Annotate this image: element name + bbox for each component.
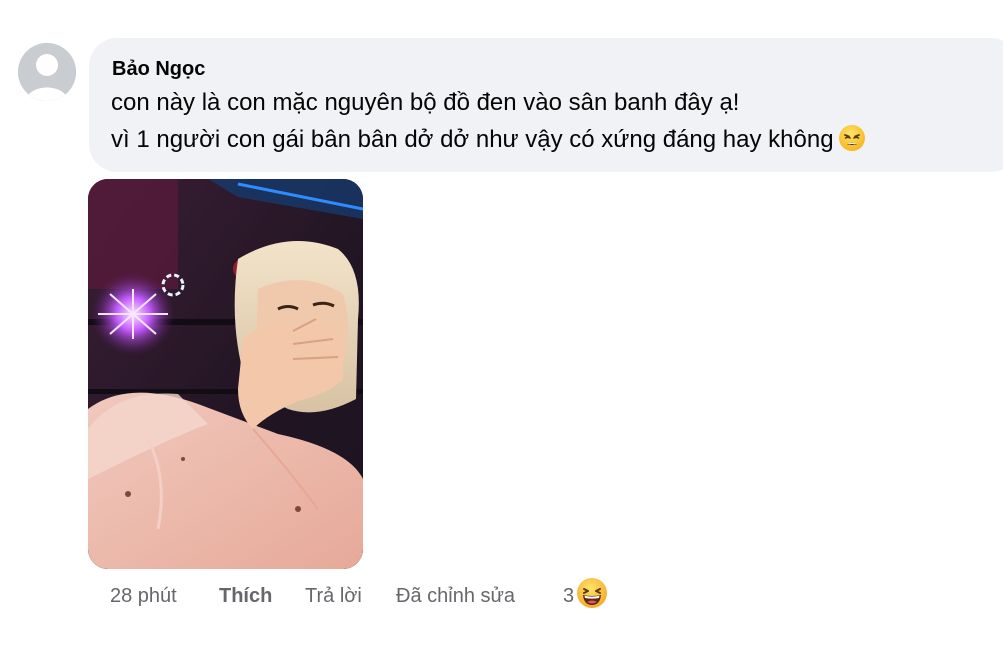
- comment-author[interactable]: Bảo Ngọc: [112, 57, 205, 81]
- tired-face-emoji-icon: [838, 124, 866, 160]
- reply-button[interactable]: Trả lời: [305, 585, 362, 607]
- edited-label[interactable]: Đã chỉnh sửa: [396, 585, 515, 607]
- comment-actions: 28 phút Thích Trả lời Đã chỉnh sửa 3: [0, 577, 700, 615]
- comment-text-line-2-text: vì 1 người con gái bân bân dở dở như vậy…: [111, 126, 834, 153]
- comment-text-line-1: con này là con mặc nguyên bộ đồ đen vào …: [111, 89, 740, 116]
- attached-photo[interactable]: [88, 179, 363, 569]
- reaction-count: 3: [563, 585, 575, 607]
- reaction-summary[interactable]: 3: [563, 577, 608, 615]
- timestamp[interactable]: 28 phút: [110, 585, 177, 607]
- avatar[interactable]: [18, 43, 76, 101]
- laughing-face-emoji-icon: [576, 577, 608, 615]
- comment-text-line-2: vì 1 người con gái bân bân dở dở như vậy…: [111, 124, 866, 160]
- comment-bubble: Bảo Ngọc con này là con mặc nguyên bộ đồ…: [89, 38, 1003, 172]
- default-avatar-icon: [18, 43, 76, 101]
- like-button[interactable]: Thích: [219, 585, 272, 607]
